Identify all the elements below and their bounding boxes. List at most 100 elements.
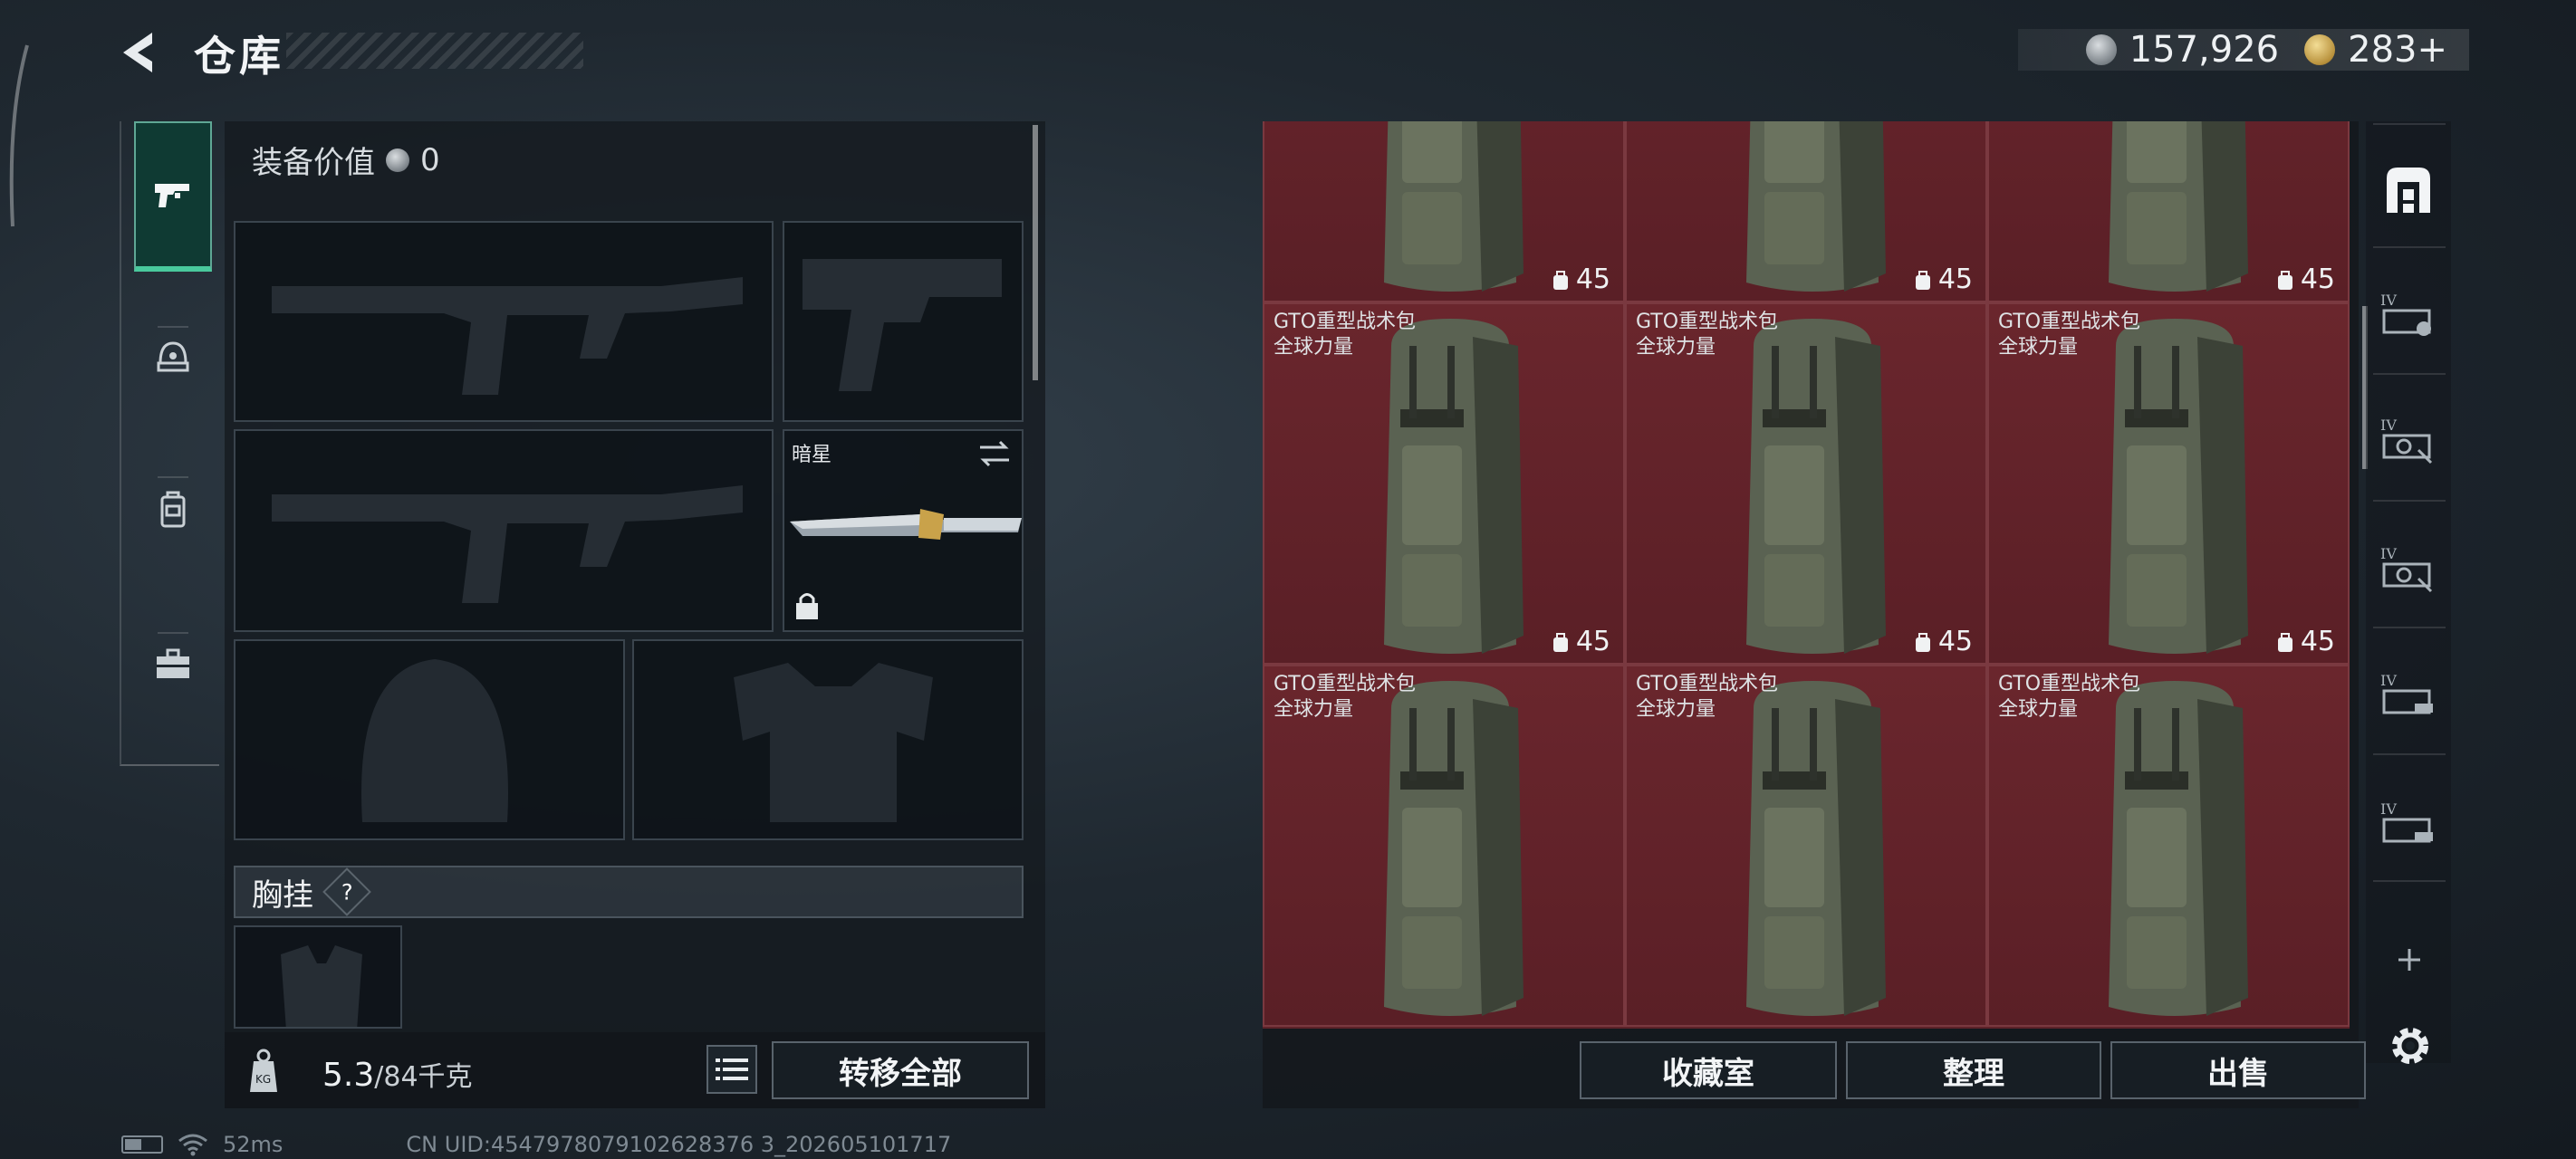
collection-room-button[interactable]: 收藏室 (1580, 1041, 1837, 1099)
pistol-icon (155, 184, 189, 207)
backpack-item-icon (1384, 319, 1523, 654)
inventory-item-cell[interactable]: GTO重型战术包 全球力量 (1625, 665, 1987, 1027)
item-brand: 全球力量 (1998, 698, 2079, 721)
silver-coin-icon (2085, 34, 2117, 65)
sell-button[interactable]: 出售 (2110, 1041, 2366, 1099)
helmet-slot[interactable] (234, 639, 625, 840)
tab-armor[interactable] (134, 283, 212, 433)
inventory-item-cell[interactable]: GTO重型战术包 全球力量 (1263, 665, 1625, 1027)
toolbox-icon (157, 648, 189, 678)
storage-tab-4[interactable]: IV (2375, 538, 2442, 601)
item-name-label: GTO重型战术包 全球力量 (1274, 672, 1416, 723)
secondary-weapon-slot[interactable] (234, 429, 774, 632)
category-tab-rail (120, 121, 219, 766)
melee-slot[interactable]: 暗星 (783, 429, 1024, 632)
svg-text:IV: IV (2380, 800, 2397, 818)
helmet-icon (157, 341, 189, 372)
equipment-value: 装备价值 0 (252, 138, 440, 182)
edge-bracket-decoration (9, 44, 29, 227)
item-brand: 全球力量 (1274, 698, 1354, 721)
item-name: GTO重型战术包 (1636, 311, 1779, 333)
inventory-item-cell[interactable]: GTO重型战术包 全球力量 45 (1987, 302, 2350, 665)
list-view-button[interactable] (706, 1045, 757, 1094)
backpack-item-icon (2109, 681, 2248, 1016)
inventory-item-cell[interactable]: GTO重型战术包 全球力量 45 (1263, 302, 1625, 665)
chest-rig-slot[interactable] (234, 925, 402, 1029)
bag-icon (1915, 632, 1930, 652)
tab-weapons[interactable] (134, 121, 212, 272)
gear-icon[interactable] (2386, 1021, 2435, 1070)
backpack-item-icon (1746, 121, 1886, 292)
back-arrow-icon (123, 33, 152, 72)
transfer-all-button[interactable]: 转移全部 (772, 1041, 1029, 1099)
weight-icon: KG (250, 1049, 277, 1092)
help-icon[interactable]: ? (322, 867, 371, 916)
backpack-icon (160, 491, 186, 528)
item-capacity-value: 45 (1937, 626, 1973, 657)
item-brand: 全球力量 (1998, 336, 2079, 359)
add-storage-icon[interactable] (2391, 942, 2427, 978)
inventory-item-cell[interactable]: 45 (1987, 121, 2350, 302)
title-decoration (286, 33, 583, 69)
storage-tab-6[interactable]: IV (2375, 793, 2442, 857)
inventory-item-cell[interactable]: 45 (1263, 121, 1625, 302)
silver-coin-icon (386, 148, 409, 172)
pistol-silhouette-icon (803, 259, 1002, 391)
equipment-value-amount: 0 (420, 141, 440, 178)
safe-box-icon: IV (2380, 545, 2433, 593)
item-name: GTO重型战术包 (1274, 311, 1417, 333)
storage-tab-2[interactable]: IV (2375, 284, 2442, 348)
item-capacity: 45 (1551, 626, 1610, 657)
currency-bar: 157,926 283+ (2018, 29, 2469, 71)
backpack-item-icon (1746, 681, 1886, 1016)
equipment-scrollbar[interactable] (1033, 125, 1038, 380)
wifi-icon (178, 1134, 207, 1156)
backpack-item-icon (1746, 319, 1886, 654)
storage-tab-3[interactable]: IV (2375, 409, 2442, 473)
silver-currency-value: 157,926 (2129, 29, 2280, 71)
item-name: GTO重型战术包 (1998, 311, 2141, 333)
svg-text:IV: IV (2380, 545, 2397, 562)
item-name-label: GTO重型战术包 全球力量 (1636, 672, 1778, 723)
storage-tab-5[interactable]: IV (2375, 665, 2442, 728)
page-title: 仓库 (194, 32, 284, 81)
rifle-silhouette-icon (272, 277, 743, 395)
bag-icon (2277, 632, 2292, 652)
bag-icon (2277, 270, 2292, 290)
ping-value: 52ms (223, 1132, 284, 1157)
tab-toolbox[interactable] (134, 589, 212, 739)
backpack-item-icon (1384, 681, 1523, 1016)
svg-text:IV: IV (2380, 672, 2397, 689)
back-button[interactable] (116, 27, 167, 78)
vest-silhouette-icon (734, 663, 933, 822)
item-name-label: GTO重型战术包 全球力量 (1274, 310, 1416, 360)
weight-capacity: /84千克 (374, 1061, 473, 1093)
body-armor-slot[interactable] (632, 639, 1024, 840)
bag-icon (1552, 632, 1568, 652)
item-name-label: GTO重型战术包 全球力量 (1998, 672, 2140, 723)
chest-rig-header: 胸挂 ? (234, 866, 1024, 918)
item-capacity-value: 45 (1575, 263, 1610, 295)
storage-tab-main[interactable] (2375, 158, 2442, 221)
gold-currency-value[interactable]: 283+ (2348, 29, 2447, 71)
item-capacity-value: 45 (2300, 263, 2335, 295)
inventory-item-cell[interactable]: GTO重型战术包 全球力量 45 (1625, 302, 1987, 665)
item-capacity-value: 45 (1937, 263, 1973, 295)
tab-backpack[interactable] (134, 435, 212, 585)
primary-weapon-slot[interactable] (234, 221, 774, 422)
safe-box-icon: IV (2380, 672, 2433, 714)
list-icon (716, 1058, 748, 1080)
inventory-item-cell[interactable]: GTO重型战术包 全球力量 (1987, 665, 2350, 1027)
organize-button[interactable]: 整理 (1846, 1041, 2101, 1099)
bag-icon (1915, 270, 1930, 290)
item-name-label: GTO重型战术包 全球力量 (1998, 310, 2140, 360)
item-name: GTO重型战术包 (1998, 673, 2141, 695)
user-uid: CN UID:4547978079102628376 3_20260510171… (406, 1132, 952, 1157)
item-capacity-value: 45 (2300, 626, 2335, 657)
chest-rig-silhouette-icon (281, 945, 362, 1027)
sidearm-slot[interactable] (783, 221, 1024, 422)
inventory-item-cell[interactable]: 45 (1625, 121, 1987, 302)
bag-icon (1552, 270, 1568, 290)
safe-box-icon: IV (2380, 417, 2433, 465)
lock-icon (796, 593, 818, 619)
